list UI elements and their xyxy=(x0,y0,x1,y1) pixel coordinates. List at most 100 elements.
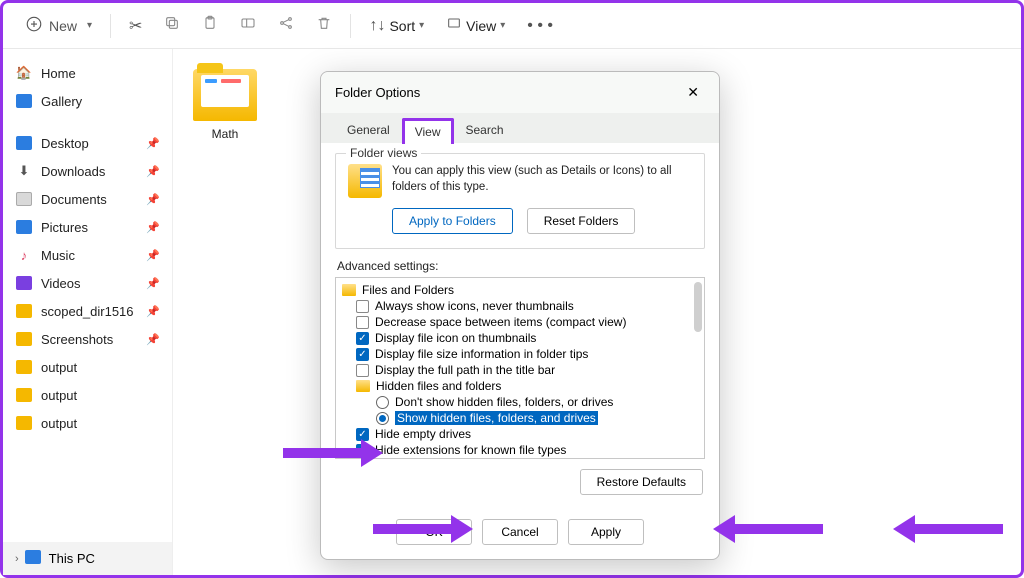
tree-option[interactable]: Decrease space between items (compact vi… xyxy=(354,314,702,330)
sidebar-item-scoped[interactable]: scoped_dir1516 📌 xyxy=(3,297,172,325)
close-button[interactable]: ✕ xyxy=(681,82,705,103)
folder-icon xyxy=(342,284,356,296)
delete-button[interactable] xyxy=(308,9,340,42)
separator xyxy=(110,14,111,38)
tab-general[interactable]: General xyxy=(335,117,402,143)
pin-icon: 📌 xyxy=(146,305,160,318)
view-button[interactable]: View ▾ xyxy=(438,9,513,42)
cut-button[interactable]: ✂ xyxy=(121,10,150,42)
folder-views-desc: You can apply this view (such as Details… xyxy=(392,164,692,198)
sidebar: 🏠 Home Gallery Desktop 📌 ⬇ Downloads 📌 Docu… xyxy=(3,49,173,575)
tree-option[interactable]: ✓Hide extensions for known file types xyxy=(354,442,702,458)
checkbox[interactable] xyxy=(356,316,369,329)
tab-search[interactable]: Search xyxy=(454,117,516,143)
close-icon: ✕ xyxy=(687,84,699,100)
plus-icon xyxy=(25,15,43,36)
sidebar-item-output-1[interactable]: output xyxy=(3,381,172,409)
sidebar-item-downloads[interactable]: ⬇Downloads📌 xyxy=(3,157,172,185)
sidebar-item-output-0[interactable]: output xyxy=(3,353,172,381)
dialog-title: Folder Options xyxy=(335,85,420,100)
tree-option[interactable]: Always show icons, never thumbnails xyxy=(354,298,702,314)
radio[interactable] xyxy=(376,412,389,425)
sidebar-item-label: This PC xyxy=(49,551,95,566)
sidebar-item-this-pc[interactable]: › This PC xyxy=(3,542,172,575)
trash-icon xyxy=(316,15,332,36)
tree-radio-dont-show[interactable]: Don't show hidden files, folders, or dri… xyxy=(374,394,702,410)
separator xyxy=(350,14,351,38)
tree-root: Files and Folders xyxy=(340,282,702,298)
tree-option[interactable]: ✓Hide folder merge conflicts xyxy=(354,458,702,459)
gallery-icon xyxy=(15,92,33,110)
sort-button[interactable]: ↑↓ Sort ▾ xyxy=(361,11,432,41)
paste-button[interactable] xyxy=(194,9,226,42)
folder-icon xyxy=(15,358,33,376)
sidebar-item-videos[interactable]: Videos📌 xyxy=(3,269,172,297)
videos-icon xyxy=(15,274,33,292)
folder-views-icon xyxy=(348,164,382,198)
apply-to-folders-button[interactable]: Apply to Folders xyxy=(392,208,513,234)
folder-views-group: You can apply this view (such as Details… xyxy=(335,153,705,249)
tree-radio-show-hidden[interactable]: Show hidden files, folders, and drives xyxy=(374,410,702,426)
sidebar-item-label: Desktop xyxy=(41,136,89,151)
checkbox[interactable] xyxy=(356,364,369,377)
home-icon: 🏠 xyxy=(15,64,33,82)
advanced-settings-label: Advanced settings: xyxy=(337,259,705,273)
tree-option[interactable]: ✓Hide empty drives xyxy=(354,426,702,442)
sidebar-item-documents[interactable]: Documents 📌 xyxy=(3,185,172,213)
pictures-icon xyxy=(15,218,33,236)
advanced-settings-tree[interactable]: Files and Folders Always show icons, nev… xyxy=(335,277,705,459)
chevron-right-icon: › xyxy=(15,553,19,565)
tree-option[interactable]: Display the full path in the title bar xyxy=(354,362,702,378)
sidebar-item-screenshots[interactable]: Screenshots📌 xyxy=(3,325,172,353)
tree-option[interactable]: ✓Display file size information in folder… xyxy=(354,346,702,362)
checkbox[interactable]: ✓ xyxy=(356,332,369,345)
dialog-titlebar: Folder Options ✕ xyxy=(321,72,719,113)
pc-icon xyxy=(25,550,41,567)
folder-math[interactable]: Math xyxy=(185,69,265,141)
sidebar-item-label: scoped_dir1516 xyxy=(41,304,134,319)
sidebar-item-label: Downloads xyxy=(41,164,105,179)
sidebar-item-gallery[interactable]: Gallery xyxy=(3,87,172,115)
reset-folders-button[interactable]: Reset Folders xyxy=(527,208,636,234)
chevron-down-icon: ▾ xyxy=(87,20,92,31)
cancel-button[interactable]: Cancel xyxy=(482,519,558,545)
pin-icon: 📌 xyxy=(146,193,160,206)
sidebar-item-home[interactable]: 🏠 Home xyxy=(3,59,172,87)
scrollbar-thumb[interactable] xyxy=(694,282,702,332)
pin-icon: 📌 xyxy=(146,249,160,262)
sidebar-item-label: Home xyxy=(41,66,76,81)
scissors-icon: ✂ xyxy=(129,16,142,36)
view-label: View xyxy=(466,18,496,34)
sidebar-item-label: Documents xyxy=(41,192,107,207)
chevron-down-icon: ▾ xyxy=(419,20,424,31)
sidebar-item-label: Music xyxy=(41,248,75,263)
sidebar-item-music[interactable]: ♪Music📌 xyxy=(3,241,172,269)
document-icon xyxy=(15,190,33,208)
new-button[interactable]: New ▾ xyxy=(17,9,100,42)
folder-label: Math xyxy=(185,127,265,141)
rename-button[interactable] xyxy=(232,9,264,42)
sidebar-item-pictures[interactable]: Pictures📌 xyxy=(3,213,172,241)
restore-defaults-button[interactable]: Restore Defaults xyxy=(580,469,703,495)
dialog-tabs: General View Search xyxy=(321,113,719,143)
tree-option[interactable]: ✓Display file icon on thumbnails xyxy=(354,330,702,346)
share-button[interactable] xyxy=(270,9,302,42)
apply-button[interactable]: Apply xyxy=(568,519,644,545)
new-label: New xyxy=(49,18,77,34)
checkbox[interactable]: ✓ xyxy=(356,348,369,361)
clipboard-icon xyxy=(202,15,218,36)
more-button[interactable]: • • • xyxy=(519,11,561,41)
sort-label: Sort xyxy=(389,18,415,34)
pinned-group: Desktop 📌 ⬇ Downloads 📌 Documents 📌 Pictures… xyxy=(3,129,172,437)
pin-icon: 📌 xyxy=(146,137,160,150)
dialog-footer: OK Cancel Apply xyxy=(321,509,719,559)
sidebar-item-desktop[interactable]: Desktop 📌 xyxy=(3,129,172,157)
sidebar-item-label: Pictures xyxy=(41,220,88,235)
download-icon: ⬇ xyxy=(15,162,33,180)
copy-button[interactable] xyxy=(156,9,188,42)
sidebar-item-output-2[interactable]: output xyxy=(3,409,172,437)
checkbox[interactable] xyxy=(356,300,369,313)
tab-view[interactable]: View xyxy=(402,118,454,144)
copy-icon xyxy=(164,15,180,36)
radio[interactable] xyxy=(376,396,389,409)
